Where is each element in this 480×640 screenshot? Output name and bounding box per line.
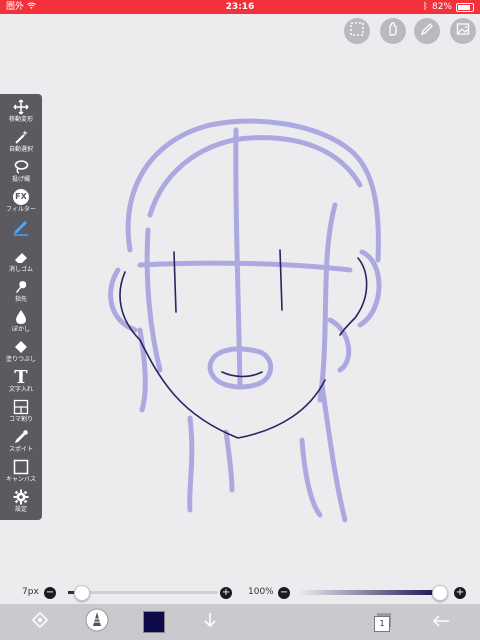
- tool-label: キャンバス: [5, 476, 36, 483]
- tool-palette: 移動変形 自動選択 投げ縄 FX フィルター 消しゴム 指先 ぼかし 塗りつぶし…: [0, 94, 42, 520]
- bluetooth-icon: ᛒ: [422, 2, 428, 12]
- brush-size-knob[interactable]: [74, 585, 90, 601]
- blur-icon: [11, 308, 31, 326]
- opacity-knob[interactable]: [432, 585, 448, 601]
- tool-move-transform[interactable]: 移動変形: [0, 98, 42, 128]
- opacity-value: 100%: [248, 587, 274, 597]
- transform-icon: [31, 611, 49, 633]
- tool-label: 移動変形: [8, 116, 33, 123]
- move-icon: [11, 98, 31, 116]
- tool-blur[interactable]: ぼかし: [0, 308, 42, 338]
- download-icon: [202, 611, 218, 633]
- drawing-canvas[interactable]: [0, 14, 480, 580]
- lasso-icon: [11, 158, 31, 176]
- tool-frame-divide[interactable]: コマ割り: [0, 398, 42, 428]
- back-button[interactable]: [428, 604, 454, 640]
- tool-label: スポイト: [8, 446, 33, 453]
- gear-icon: [11, 488, 31, 506]
- finger-icon: [11, 278, 31, 296]
- selection-icon: [349, 21, 365, 41]
- brush-settings-row: 7px − + 100% − +: [0, 582, 480, 604]
- tool-label: 塗りつぶし: [5, 356, 37, 363]
- brush-size-decrease-button[interactable]: −: [44, 587, 56, 599]
- clock: 23:16: [225, 2, 255, 12]
- tool-label: 自動選択: [8, 146, 33, 153]
- pen-mode-button[interactable]: [414, 18, 440, 44]
- tool-label: 文字入れ: [8, 386, 33, 393]
- tool-canvas[interactable]: キャンバス: [0, 458, 42, 488]
- tool-eraser[interactable]: 消しゴム: [0, 248, 42, 278]
- tool-lasso[interactable]: 投げ縄: [0, 158, 42, 188]
- tool-label: 指先: [14, 296, 27, 303]
- layers-count: 1: [374, 616, 390, 632]
- opacity-decrease-button[interactable]: −: [278, 587, 290, 599]
- download-button[interactable]: [198, 604, 222, 640]
- tool-label: コマ割り: [8, 416, 33, 423]
- hand-icon: [385, 21, 401, 41]
- battery-area: ᛒ 82%: [423, 0, 474, 14]
- tool-label: 消しゴム: [8, 266, 33, 273]
- tool-label: 設定: [14, 506, 27, 513]
- battery-icon: [456, 2, 474, 12]
- brush-size-value: 7px: [22, 587, 39, 597]
- frame-icon: [11, 398, 31, 416]
- eyedropper-icon: [11, 428, 31, 446]
- tool-label: フィルター: [6, 206, 36, 213]
- tool-label: ぼかし: [11, 326, 30, 333]
- bottom-toolbar: 1: [0, 604, 480, 640]
- opacity-slider[interactable]: [298, 590, 440, 595]
- layers-image-icon: [455, 21, 471, 41]
- tool-finger[interactable]: 指先: [0, 278, 42, 308]
- status-bar: 圏外 23:16 ᛒ 82%: [0, 0, 480, 14]
- brush-select-button[interactable]: [82, 604, 112, 640]
- tool-pen[interactable]: [0, 218, 42, 248]
- text-icon: T: [14, 366, 28, 388]
- transform-button[interactable]: [26, 604, 54, 640]
- image-button[interactable]: [450, 18, 476, 44]
- canvas-icon: [11, 458, 31, 476]
- sketch-drawing: [108, 118, 382, 523]
- selection-button[interactable]: [344, 18, 370, 44]
- tool-eyedropper[interactable]: スポイト: [0, 428, 42, 458]
- eraser-icon: [11, 248, 31, 266]
- pen-icon: [419, 21, 435, 41]
- fx-glyph: FX: [13, 189, 29, 205]
- brush-preview-icon: [85, 608, 109, 636]
- brush-size-increase-button[interactable]: +: [220, 587, 232, 599]
- magic-wand-icon: [11, 128, 31, 146]
- tool-text[interactable]: T 文字入れ: [0, 366, 42, 398]
- tool-settings[interactable]: 設定: [0, 488, 42, 518]
- battery-percent: 82%: [431, 2, 452, 12]
- tool-filter[interactable]: FX フィルター: [0, 188, 42, 218]
- tool-label: 投げ縄: [11, 176, 30, 183]
- fx-icon: FX: [11, 188, 31, 206]
- pen-tool-icon: [11, 218, 31, 236]
- back-arrow-icon: [432, 613, 450, 632]
- layers-button[interactable]: 1: [370, 604, 396, 640]
- brush-size-slider[interactable]: [68, 591, 218, 594]
- opacity-increase-button[interactable]: +: [454, 587, 466, 599]
- tool-auto-select[interactable]: 自動選択: [0, 128, 42, 158]
- tool-fill[interactable]: 塗りつぶし: [0, 338, 42, 368]
- bucket-icon: [11, 338, 31, 356]
- layers-icon: 1: [374, 613, 392, 632]
- color-button[interactable]: [142, 604, 166, 640]
- color-swatch: [143, 611, 165, 633]
- hand-button[interactable]: [380, 18, 406, 44]
